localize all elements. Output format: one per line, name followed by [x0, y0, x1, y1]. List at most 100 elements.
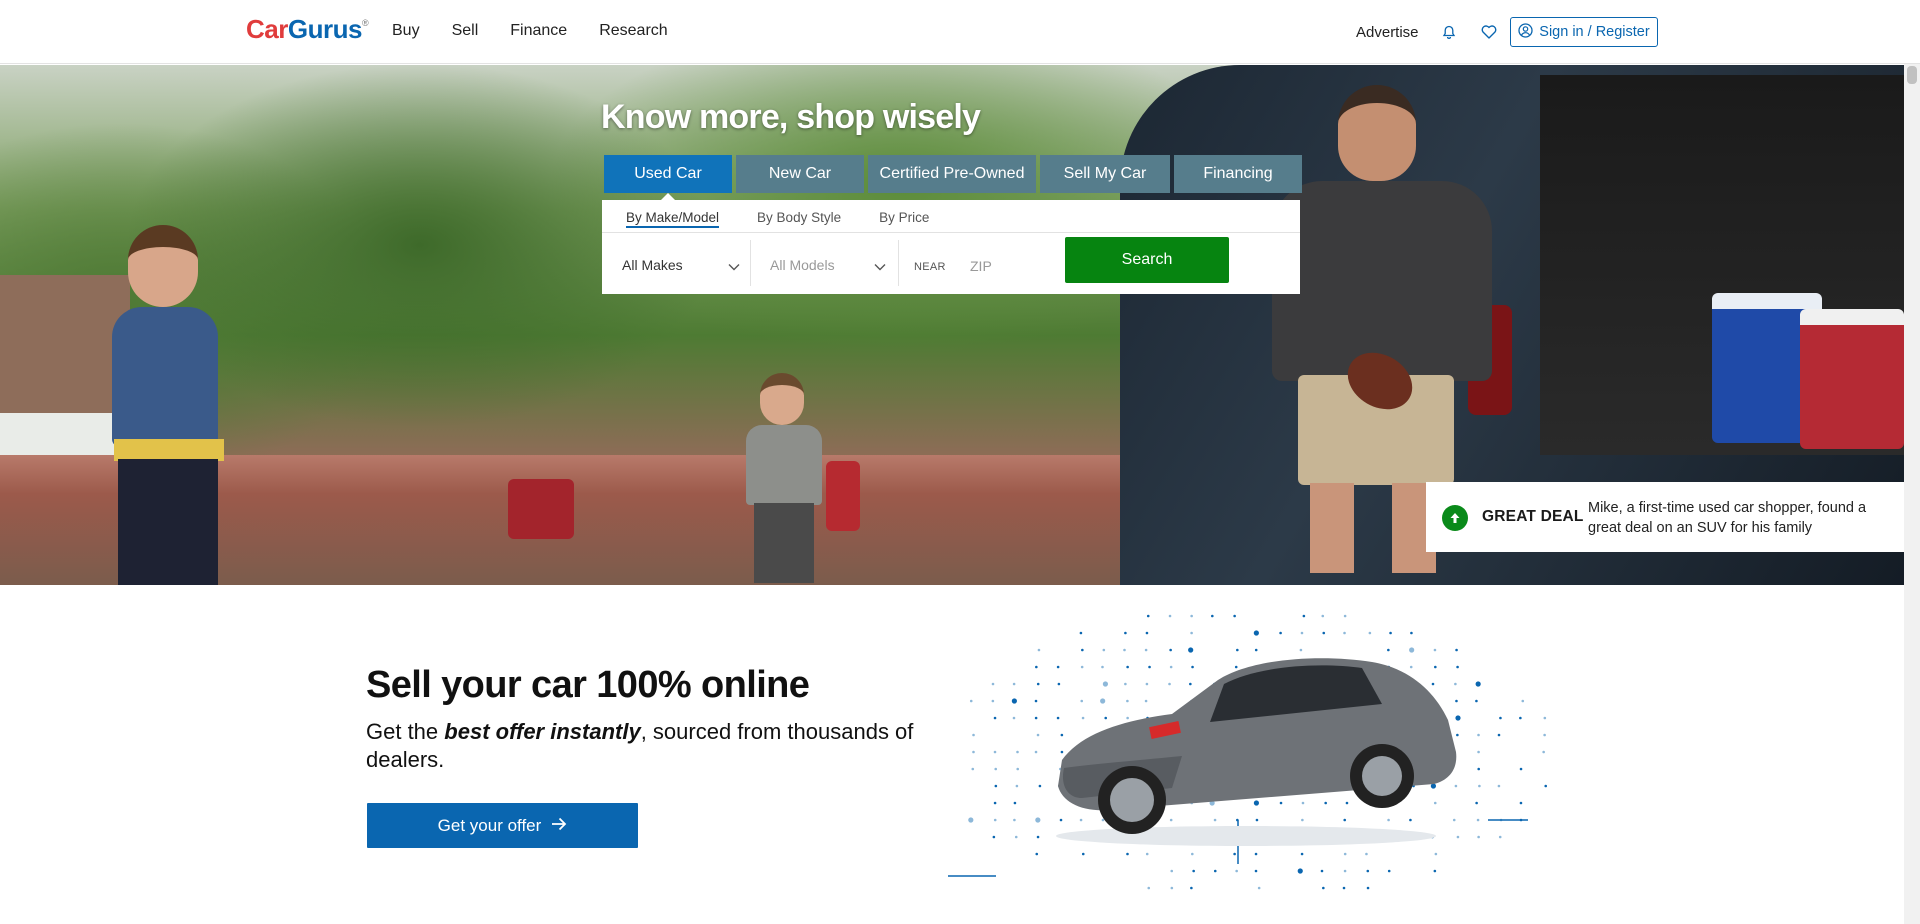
heart-icon[interactable]	[1479, 22, 1499, 42]
nav-buy[interactable]: Buy	[392, 22, 420, 40]
decorative-dot	[1015, 784, 1019, 788]
sell-section-title: Sell your car 100% online	[366, 664, 810, 706]
decorative-dot	[1475, 801, 1478, 805]
decorative-dot	[1190, 614, 1193, 618]
tab-new-car[interactable]: New Car	[736, 155, 864, 193]
get-your-offer-button[interactable]: Get your offer	[367, 803, 638, 848]
decorative-dot	[1012, 716, 1016, 720]
decorative-dot	[1499, 716, 1502, 720]
decorative-dot	[1497, 784, 1501, 788]
nav-finance[interactable]: Finance	[510, 22, 567, 40]
decorative-dot	[1254, 852, 1258, 856]
decorative-dot	[1366, 886, 1370, 890]
search-subtabs: By Make/Model By Body Style By Price	[626, 210, 929, 228]
nav-sell[interactable]: Sell	[452, 22, 479, 40]
decorative-dot	[1170, 869, 1174, 873]
decorative-dot	[1213, 869, 1217, 873]
decorative-dot	[1343, 631, 1346, 635]
get-your-offer-label: Get your offer	[437, 815, 542, 835]
models-select-value: All Models	[770, 257, 835, 273]
decorative-dot	[1014, 835, 1018, 839]
decorative-dot	[993, 716, 997, 720]
tab-used-car[interactable]: Used Car	[604, 155, 732, 201]
decorative-dot	[968, 817, 974, 823]
sell-section-subtitle: Get the best offer instantly, sourced fr…	[366, 718, 936, 774]
decorative-dot	[1478, 784, 1481, 788]
tab-financing[interactable]: Financing	[1174, 155, 1302, 193]
subtab-by-make-model[interactable]: By Make/Model	[626, 210, 720, 228]
cargurus-logo[interactable]: CarGurus®	[246, 14, 369, 45]
decorative-dot	[1410, 631, 1413, 635]
decorative-dot	[1297, 868, 1303, 874]
main-nav: Buy Sell Finance Research	[392, 22, 668, 40]
decorative-dot	[1191, 852, 1194, 856]
page-scrollbar[interactable]	[1904, 64, 1920, 924]
divider	[750, 240, 751, 286]
decorative-dot	[1257, 886, 1261, 890]
scrollbar-thumb[interactable]	[1907, 66, 1917, 84]
arrow-right-icon	[551, 816, 567, 836]
sign-in-register-button[interactable]: Sign in / Register	[1510, 17, 1658, 47]
car-illustration	[1056, 658, 1457, 846]
decorative-dot	[1343, 852, 1347, 856]
decorative-dot	[1011, 698, 1017, 704]
great-deal-card: GREAT DEAL Mike, a first-time used car s…	[1426, 482, 1904, 552]
decorative-dot	[1168, 614, 1172, 618]
decorative-dot	[1190, 886, 1193, 890]
decorative-dot	[1477, 733, 1480, 737]
decorative-dot	[1253, 630, 1259, 636]
decorative-dot	[1342, 886, 1346, 890]
decorative-dot	[1475, 699, 1478, 703]
makes-select[interactable]: All Makes	[622, 246, 750, 284]
sell-subtitle-emphasis: best offer instantly	[444, 719, 641, 744]
great-deal-label: GREAT DEAL	[1482, 508, 1584, 525]
search-tabs: Used Car New Car Certified Pre-Owned Sel…	[604, 155, 1302, 201]
sell-subtitle-text: Get the	[366, 719, 445, 744]
logo-text-car: Car	[246, 14, 288, 44]
decorative-dot	[1368, 631, 1372, 635]
tab-certified-pre-owned[interactable]: Certified Pre-Owned	[868, 155, 1036, 193]
site-header: CarGurus® Buy Sell Finance Research Adve…	[0, 0, 1920, 64]
models-select[interactable]: All Models	[770, 246, 896, 284]
decorative-dot	[1543, 733, 1546, 737]
decorative-dot	[1519, 716, 1522, 720]
subtab-by-price[interactable]: By Price	[879, 210, 929, 228]
decorative-dot	[971, 767, 975, 771]
decorative-dot	[1145, 852, 1149, 856]
decorative-dot	[972, 733, 975, 737]
decorative-dot	[1192, 869, 1195, 873]
decorative-dot	[1211, 614, 1214, 618]
zip-input[interactable]	[970, 252, 1054, 280]
red-chair	[826, 461, 860, 531]
decorative-dot	[1300, 631, 1304, 635]
decorative-dot	[1497, 733, 1501, 737]
decorative-dot	[1145, 631, 1149, 635]
red-cooler	[1800, 309, 1904, 449]
decorative-dot	[1013, 818, 1016, 822]
decorative-dot	[1013, 801, 1017, 805]
decorative-dot	[1254, 869, 1258, 873]
decorative-dot	[1300, 852, 1304, 856]
sign-in-label: Sign in / Register	[1539, 24, 1650, 40]
decorative-dot	[1477, 750, 1480, 754]
advertise-link[interactable]: Advertise	[1356, 24, 1419, 41]
decorative-dot	[1079, 631, 1083, 635]
decorative-dot	[1543, 716, 1547, 720]
tab-sell-my-car[interactable]: Sell My Car	[1040, 155, 1170, 193]
decorative-dot	[1302, 614, 1306, 618]
decorative-dot	[1477, 767, 1481, 771]
near-label: NEAR	[914, 261, 946, 273]
nav-research[interactable]: Research	[599, 22, 667, 40]
decorative-dot	[1320, 869, 1324, 873]
subtab-by-body-style[interactable]: By Body Style	[757, 210, 841, 228]
decorative-dot	[1016, 750, 1019, 754]
decorative-dot	[991, 682, 995, 686]
decorative-dot	[1521, 699, 1525, 703]
chevron-down-icon	[728, 258, 740, 274]
makes-select-value: All Makes	[622, 257, 683, 273]
search-panel: By Make/Model By Body Style By Price All…	[602, 200, 1300, 294]
search-button[interactable]: Search	[1065, 237, 1229, 283]
decorative-dot	[1146, 614, 1150, 618]
decorative-dot	[1542, 750, 1545, 754]
bell-icon[interactable]	[1439, 22, 1459, 42]
